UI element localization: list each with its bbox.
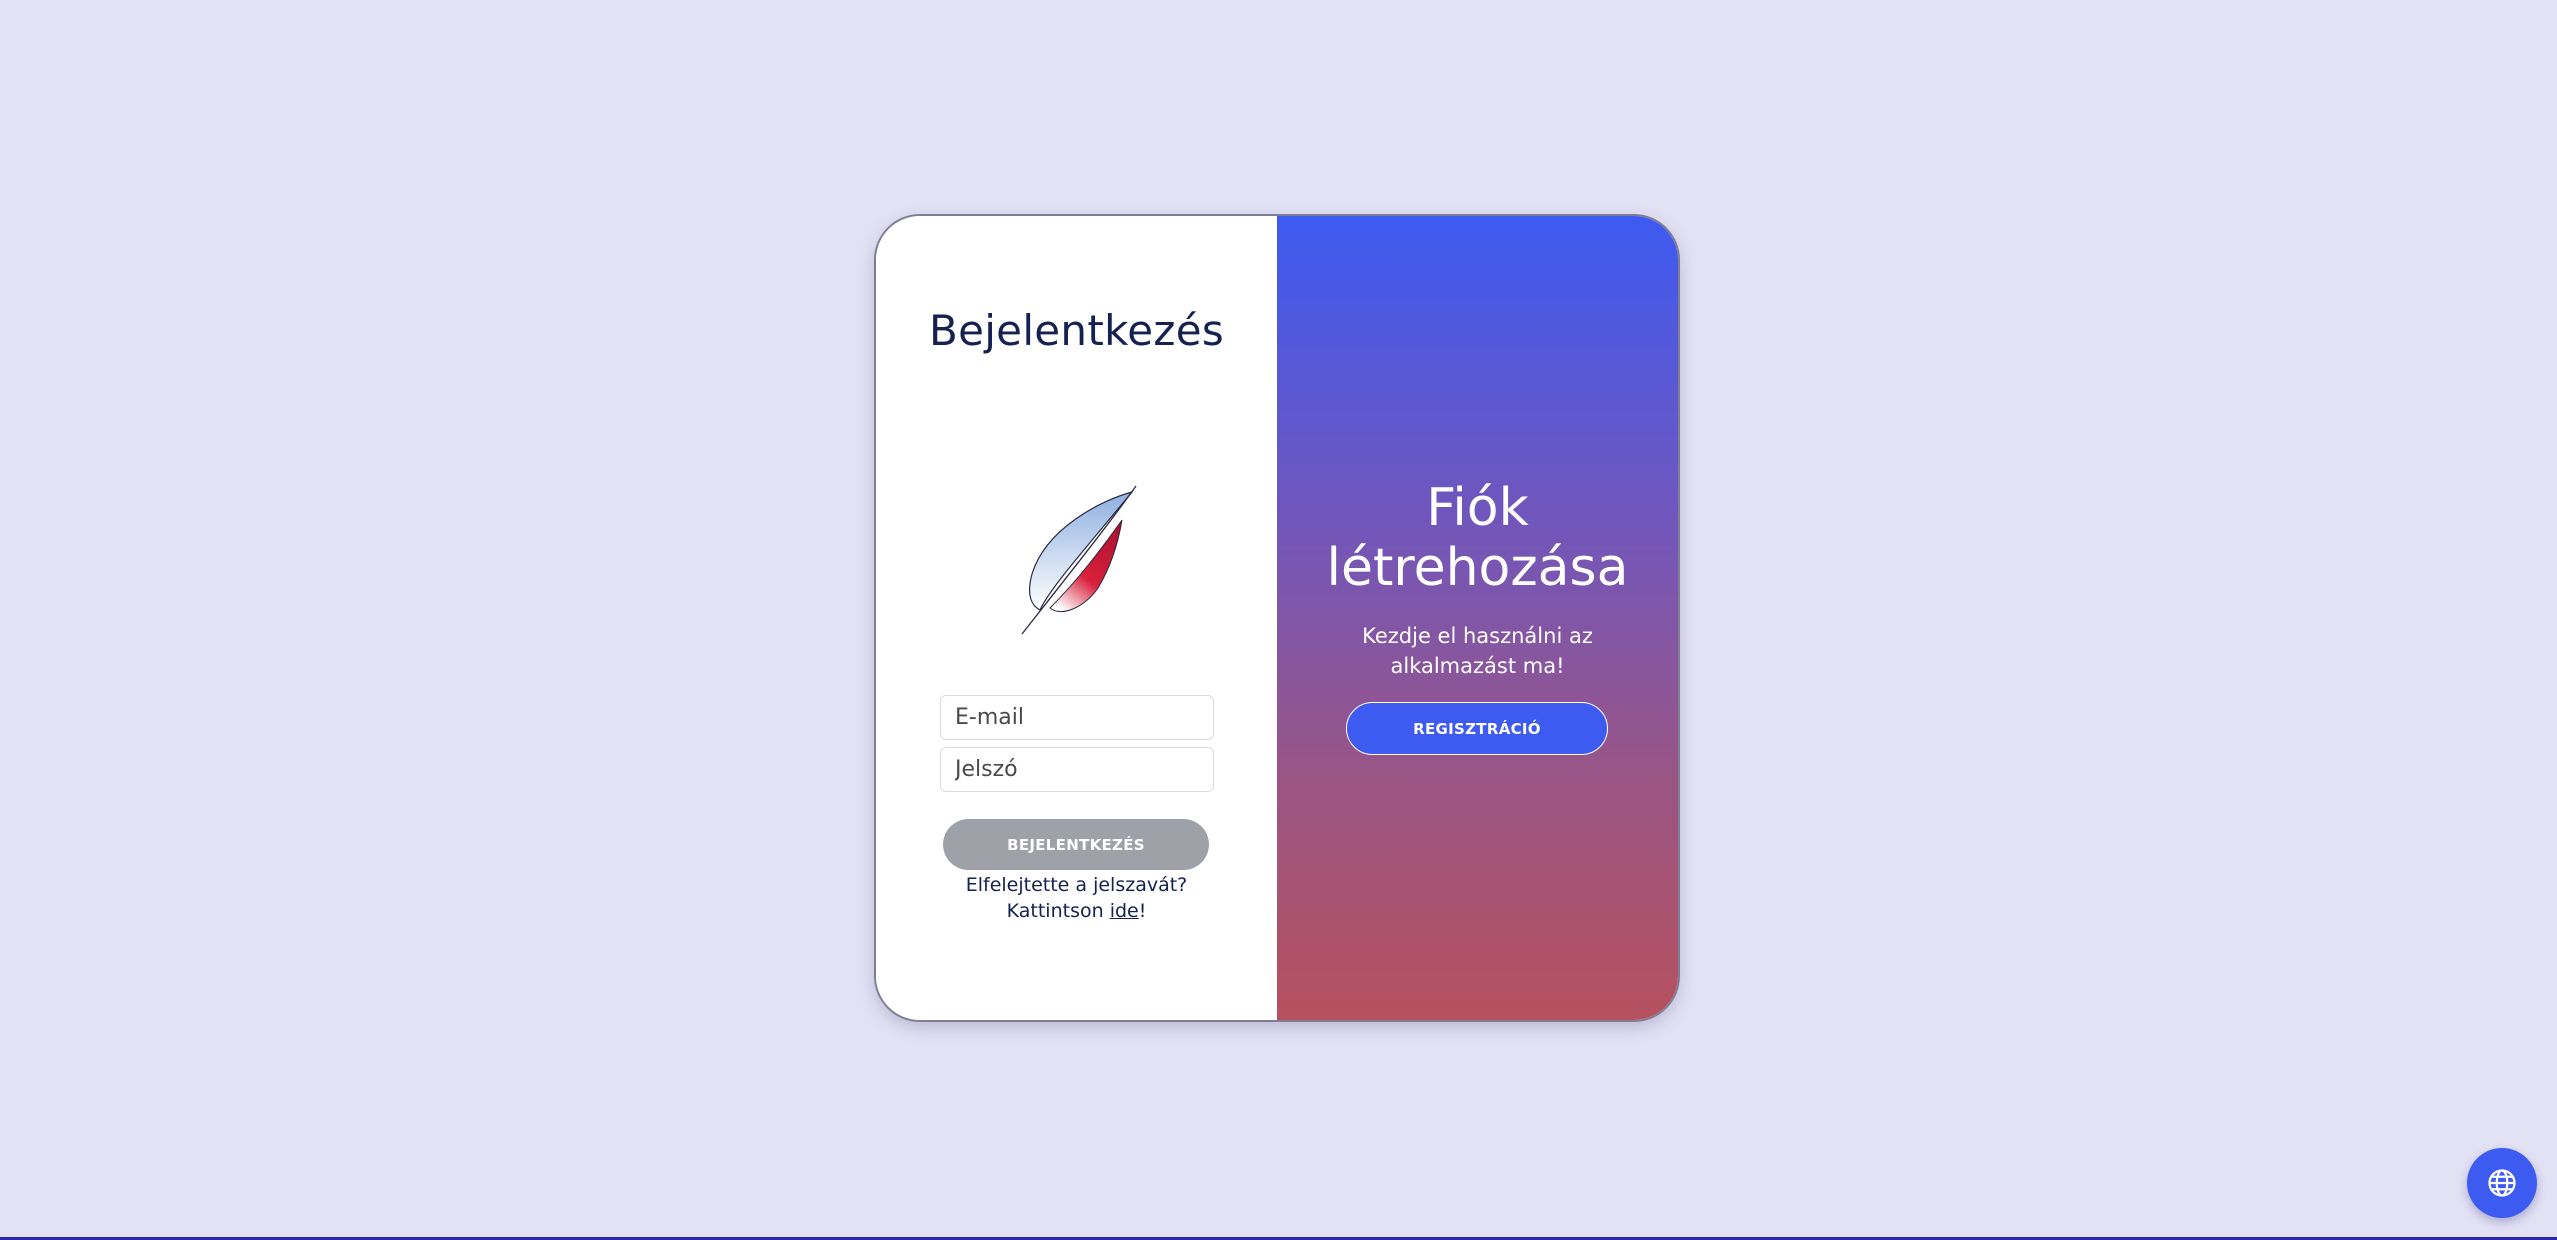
forgot-password-line: Kattintson ide! <box>876 898 1277 924</box>
globe-icon <box>2488 1169 2516 1197</box>
forgot-password-question: Elfelejtette a jelszavát? <box>965 874 1188 896</box>
register-subtitle: Kezdje el használni az alkalmazást ma! <box>1277 621 1678 681</box>
register-title-line1: Fiók <box>1426 478 1529 538</box>
feather-logo-icon <box>1021 485 1137 635</box>
password-field[interactable] <box>940 747 1214 792</box>
forgot-password-prefix: Kattintson <box>1006 900 1110 922</box>
auth-card: Bejelentkezés BEJELENTKEZÉS Elfelej <box>876 216 1678 1020</box>
register-subtitle-line1: Kezdje el használni az <box>1362 624 1593 648</box>
register-title-line2: létrehozása <box>1326 538 1629 598</box>
login-panel: Bejelentkezés BEJELENTKEZÉS Elfelej <box>876 216 1277 1020</box>
email-field[interactable] <box>940 695 1214 740</box>
register-subtitle-line2: alkalmazást ma! <box>1390 654 1565 678</box>
language-button[interactable] <box>2467 1148 2537 1218</box>
register-title: Fiók létrehozása <box>1277 478 1678 598</box>
forgot-password-text: Elfelejtette a jelszavát? Kattintson ide… <box>876 872 1277 924</box>
login-title: Bejelentkezés <box>928 306 1225 355</box>
forgot-password-link[interactable]: ide <box>1110 900 1139 922</box>
forgot-password-suffix: ! <box>1138 900 1147 922</box>
login-button[interactable]: BEJELENTKEZÉS <box>943 819 1209 870</box>
register-button[interactable]: REGISZTRÁCIÓ <box>1346 702 1608 755</box>
register-panel: Fiók létrehozása Kezdje el használni az … <box>1277 216 1678 1020</box>
